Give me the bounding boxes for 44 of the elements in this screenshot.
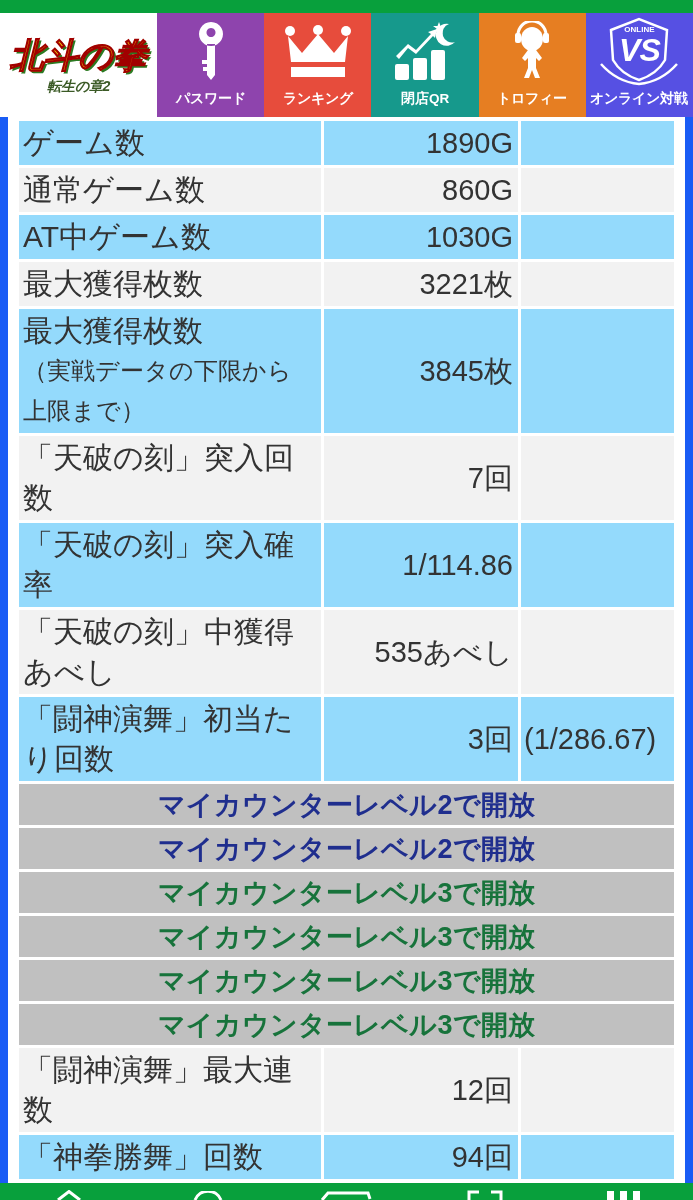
table-cell: 通常ゲーム数 [19, 168, 321, 212]
emblem-text: VS [618, 33, 662, 67]
table-cell: 3845枚 [324, 309, 518, 433]
row-note: （実戦データの下限から上限まで） [23, 356, 293, 426]
unlock-message: マイカウンターレベル2で開放 [158, 788, 535, 822]
table-cell: 3回 [324, 697, 518, 781]
table-cell: 12回 [324, 1048, 518, 1132]
table-cell: 「天破の刻」突入確率 [19, 523, 321, 607]
home-icon[interactable] [56, 1190, 83, 1200]
bracket-icon[interactable] [467, 1190, 504, 1200]
table-cell: 「闘神演舞」最大連数 [19, 1048, 321, 1132]
chart-icon [395, 22, 455, 80]
card-icon[interactable] [320, 1191, 373, 1200]
logo-subtitle: 転生の章2 [46, 77, 111, 95]
table-cell: 7回 [324, 436, 518, 520]
nav-tile[interactable]: ランキング [264, 13, 372, 117]
table-cell: 94回 [324, 1135, 518, 1179]
unlock-message: マイカウンターレベル3で開放 [158, 1008, 535, 1042]
table-cell: 「天破の刻」突入回数 [19, 436, 321, 520]
table-cell: 1/114.86 [324, 523, 518, 607]
table-cell: 3221枚 [324, 262, 518, 306]
unlock-message: マイカウンターレベル3で開放 [158, 920, 535, 954]
nav-tile[interactable]: 閉店QR [371, 13, 479, 117]
row-label: 最大獲得枚数 [23, 313, 203, 349]
table-cell: 860G [324, 168, 518, 212]
unlock-message: マイカウンターレベル3で開放 [158, 876, 535, 910]
table-cell: 最大獲得枚数 [19, 262, 321, 306]
unlock-message: マイカウンターレベル3で開放 [158, 964, 535, 998]
crown-icon [284, 25, 351, 77]
table-cell: 「神拳勝舞」回数 [19, 1135, 321, 1179]
bars-icon[interactable] [606, 1191, 641, 1200]
table-cell: AT中ゲーム数 [19, 215, 321, 259]
table-cell: 「天破の刻」中獲得あべし [19, 610, 321, 694]
table-cell: 「闘神演舞」初当たり回数 [19, 697, 321, 781]
nav-tile[interactable]: ONLINE VS オンライン対戦 [585, 13, 693, 117]
table-cell: 1890G [324, 121, 518, 165]
table-cell: ゲーム数 [19, 121, 321, 165]
table-cell: (1/286.67) [521, 697, 674, 781]
nav-tile[interactable]: トロフィー [478, 13, 586, 117]
nav-tile[interactable]: パスワード [157, 13, 265, 117]
unlock-message: マイカウンターレベル2で開放 [158, 832, 535, 866]
emblem-caption: ONLINE [623, 25, 656, 34]
table-cell: 535あべし [324, 610, 518, 694]
table-cell: 1030G [324, 215, 518, 259]
